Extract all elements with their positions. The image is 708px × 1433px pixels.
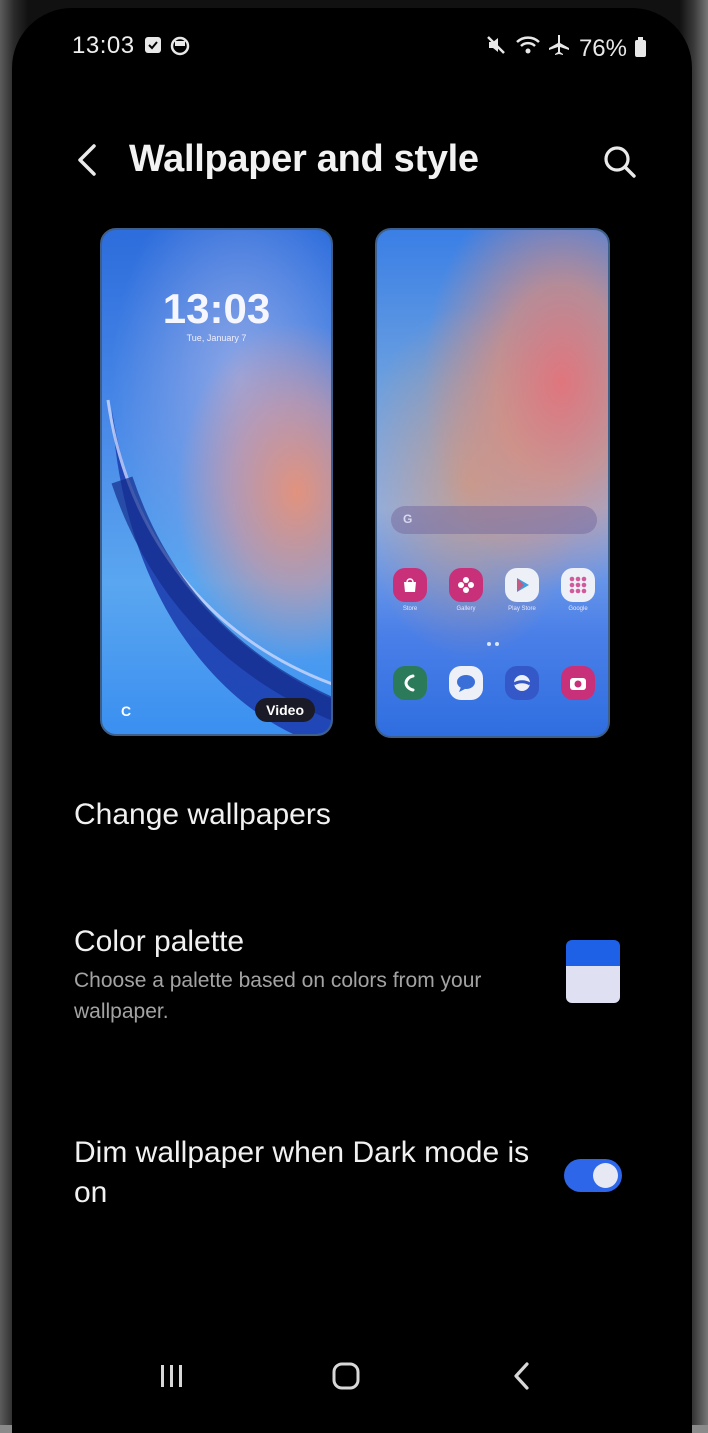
circle-notification-icon [170,36,190,56]
app-label-gallery: Gallery [456,606,476,612]
google-g-icon: G [403,512,413,526]
color-palette-swatch[interactable] [566,940,620,1003]
toggle-knob [593,1163,618,1188]
home-icon[interactable] [316,1346,376,1406]
dim-wallpaper-toggle[interactable] [564,1159,622,1192]
camera-icon [561,666,595,700]
internet-icon [505,666,539,700]
app-row-1 [393,568,595,602]
phone-screen: 13:03 76% Wallpaper and style 13:03 Tue,… [12,8,692,1433]
google-folder-icon [561,568,595,602]
mute-icon [485,34,507,63]
page-title: Wallpaper and style [129,138,479,180]
status-bar: 13:03 76% [12,8,692,88]
app-label-google: Google [568,606,588,612]
recent-apps-icon[interactable] [142,1346,202,1406]
page-indicator [487,642,501,646]
app-label-play-store: Play Store [508,606,536,612]
messages-icon [449,666,483,700]
app-header: Wallpaper and style [12,118,692,208]
back-arrow-icon[interactable] [68,138,108,182]
color-palette-subtitle: Choose a palette based on colors from yo… [74,969,482,1023]
status-time: 13:03 [72,32,135,59]
change-wallpapers-item[interactable]: Change wallpapers [74,798,331,832]
store-icon [393,568,427,602]
battery-icon [635,37,646,57]
change-wallpapers-label: Change wallpapers [74,798,331,831]
color-palette-item[interactable]: Color palette Choose a palette based on … [74,925,544,1027]
home-screen-preview[interactable]: G Store Gallery Play Store Google [375,228,610,738]
palette-secondary-color [566,966,620,1003]
status-right-group: 76% [485,34,646,63]
airplane-icon [548,34,571,63]
search-icon[interactable] [600,142,640,182]
palette-primary-color [566,940,620,966]
navigation-bar [12,1328,692,1418]
checkbox-notification-icon [144,36,162,54]
home-search-bar: G [391,506,597,534]
app-label-store: Store [402,606,418,612]
battery-percentage: 76% [578,34,627,62]
lock-screen-date: Tue, January 7 [186,333,247,343]
color-palette-title: Color palette [74,925,245,958]
phone-icon [393,666,427,700]
play-store-icon [505,568,539,602]
gallery-icon [449,568,483,602]
wifi-icon [515,34,541,63]
video-badge: Video [255,698,315,722]
lock-screen-clock: 13:03 [162,285,271,332]
dim-wallpaper-label: Dim wallpaper when Dark mode is on [74,1136,530,1209]
lock-screen-preview[interactable]: 13:03 Tue, January 7 C Video [100,228,333,736]
dim-wallpaper-item[interactable]: Dim wallpaper when Dark mode is on [74,1133,544,1213]
back-nav-icon[interactable] [492,1346,552,1406]
lock-shortcut-icon: C [120,703,132,719]
dock-row [393,666,595,700]
